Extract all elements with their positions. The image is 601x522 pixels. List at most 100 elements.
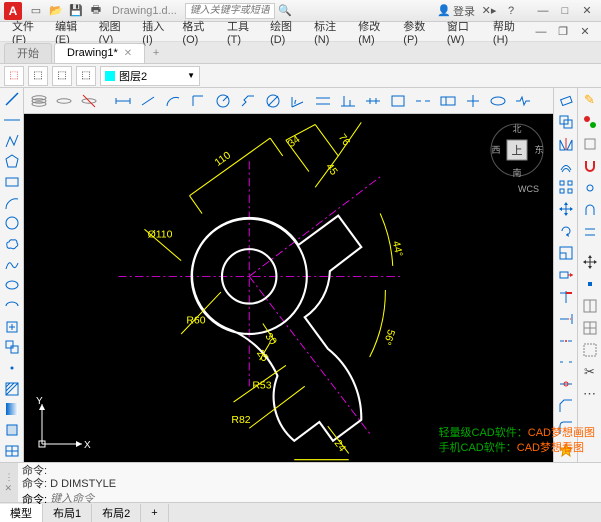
chamfer-tool[interactable]: [556, 396, 576, 416]
line-tool[interactable]: [2, 90, 22, 109]
dim-arc-button[interactable]: [162, 90, 184, 112]
horseshoe-tool[interactable]: [580, 200, 600, 220]
layer-states-button[interactable]: ⬚: [28, 66, 48, 86]
properties-tool[interactable]: [580, 112, 600, 132]
region-tool[interactable]: [2, 421, 22, 440]
dim-baseline-button[interactable]: [337, 90, 359, 112]
array-tool[interactable]: [556, 178, 576, 198]
menu-tools[interactable]: 工具(T): [221, 16, 262, 48]
trim-tool[interactable]: [556, 287, 576, 307]
menu-param[interactable]: 参数(P): [397, 16, 439, 48]
stretch-tool[interactable]: [556, 265, 576, 285]
grip-tool[interactable]: [580, 274, 600, 294]
tab-add-button[interactable]: +: [147, 44, 165, 62]
tab-drawing1[interactable]: Drawing1*✕: [54, 43, 145, 63]
arc-tool[interactable]: [2, 193, 22, 212]
move-tool-2[interactable]: [580, 252, 600, 272]
command-handle[interactable]: ⋮✕: [0, 463, 18, 502]
minimize-button[interactable]: —: [533, 3, 553, 19]
menu-draw[interactable]: 绘图(D): [264, 16, 306, 48]
insert-block-tool[interactable]: [2, 317, 22, 336]
layer-off-button[interactable]: [53, 90, 75, 112]
layer-prev-button[interactable]: ⬚: [76, 66, 96, 86]
status-tab-layout2[interactable]: 布局2: [92, 504, 141, 522]
layer-manager-button[interactable]: [28, 90, 50, 112]
link-tool[interactable]: [580, 178, 600, 198]
ellipse-arc-tool[interactable]: [2, 297, 22, 316]
view-cube[interactable]: 上 北 南 东 西: [489, 122, 545, 178]
table-tool[interactable]: [2, 441, 22, 460]
dim-110: 110: [213, 150, 233, 169]
inspection-button[interactable]: [487, 90, 509, 112]
dim-ordinate-button[interactable]: [187, 90, 209, 112]
offset-tool[interactable]: [556, 156, 576, 176]
ellipse-tool[interactable]: [2, 276, 22, 295]
status-tab-add[interactable]: +: [141, 504, 168, 522]
copy-tool[interactable]: [556, 112, 576, 132]
center-mark-button[interactable]: [462, 90, 484, 112]
dim-angular-button[interactable]: [287, 90, 309, 112]
dim-radius-button[interactable]: [212, 90, 234, 112]
polyline-tool[interactable]: [2, 131, 22, 150]
menu-dim[interactable]: 标注(N): [308, 16, 350, 48]
layout-tool[interactable]: [580, 296, 600, 316]
dim-aligned-button[interactable]: [137, 90, 159, 112]
extend-tool[interactable]: [556, 309, 576, 329]
status-tab-model[interactable]: 模型: [0, 504, 43, 522]
cut-tool[interactable]: ✂: [580, 362, 600, 382]
doc-restore-button[interactable]: ❐: [553, 24, 573, 40]
explode-tool[interactable]: [556, 440, 576, 460]
rectangle-tool[interactable]: [2, 173, 22, 192]
mirror-tool[interactable]: [556, 134, 576, 154]
menu-help[interactable]: 帮助(H): [487, 16, 529, 48]
make-block-tool[interactable]: [2, 338, 22, 357]
dim-quick-button[interactable]: [312, 90, 334, 112]
layer-iso-button[interactable]: ⬚: [52, 66, 72, 86]
break-at-point-tool[interactable]: [556, 331, 576, 351]
tab-close-icon[interactable]: ✕: [124, 48, 132, 59]
polygon-tool[interactable]: [2, 152, 22, 171]
close-button[interactable]: ✕: [577, 3, 597, 19]
select-tool[interactable]: [580, 340, 600, 360]
spline-tool[interactable]: [2, 255, 22, 274]
hatch-tool[interactable]: [2, 379, 22, 398]
status-tab-layout1[interactable]: 布局1: [43, 504, 92, 522]
scale-tool[interactable]: [556, 243, 576, 263]
layer-properties-button[interactable]: ⬚: [4, 66, 24, 86]
doc-close-button[interactable]: ✕: [575, 24, 595, 40]
join-tool[interactable]: [556, 374, 576, 394]
rotate-tool[interactable]: [556, 221, 576, 241]
menu-window[interactable]: 窗口(W): [441, 16, 485, 48]
construction-line-tool[interactable]: [2, 111, 22, 130]
more-tool[interactable]: ⋯: [580, 384, 600, 404]
point-tool[interactable]: [2, 359, 22, 378]
dim-break-button[interactable]: [412, 90, 434, 112]
revision-cloud-tool[interactable]: [2, 235, 22, 254]
dim-continue-button[interactable]: [362, 90, 384, 112]
dim-space-button[interactable]: [387, 90, 409, 112]
dim-linear-button[interactable]: [112, 90, 134, 112]
layer-combo[interactable]: 图层2 ▼: [100, 66, 200, 86]
layer-freeze-button[interactable]: [78, 90, 100, 112]
circle-tool[interactable]: [2, 214, 22, 233]
tolerance-button[interactable]: [437, 90, 459, 112]
maximize-button[interactable]: □: [555, 3, 575, 19]
magnet-tool[interactable]: [580, 156, 600, 176]
erase-tool[interactable]: [556, 90, 576, 110]
move-tool[interactable]: [556, 199, 576, 219]
fillet-tool[interactable]: [556, 418, 576, 438]
grid-tool[interactable]: [580, 318, 600, 338]
pencil-tool[interactable]: ✎: [580, 90, 600, 110]
doc-minimize-button[interactable]: —: [531, 24, 551, 40]
jog-line-button[interactable]: [512, 90, 534, 112]
layers-tool[interactable]: [580, 134, 600, 154]
tab-start[interactable]: 开始: [4, 43, 52, 63]
menu-format[interactable]: 格式(O): [176, 16, 219, 48]
break-tool[interactable]: [556, 353, 576, 373]
drawing-canvas[interactable]: Ø110 110 34 76 45 44° 56° R60 30 25 R53 …: [24, 114, 553, 462]
dim-diameter-button[interactable]: [262, 90, 284, 112]
gradient-tool[interactable]: [2, 400, 22, 419]
dim-jogged-button[interactable]: [237, 90, 259, 112]
constraint-tool[interactable]: [580, 222, 600, 242]
menu-modify[interactable]: 修改(M): [352, 16, 395, 48]
